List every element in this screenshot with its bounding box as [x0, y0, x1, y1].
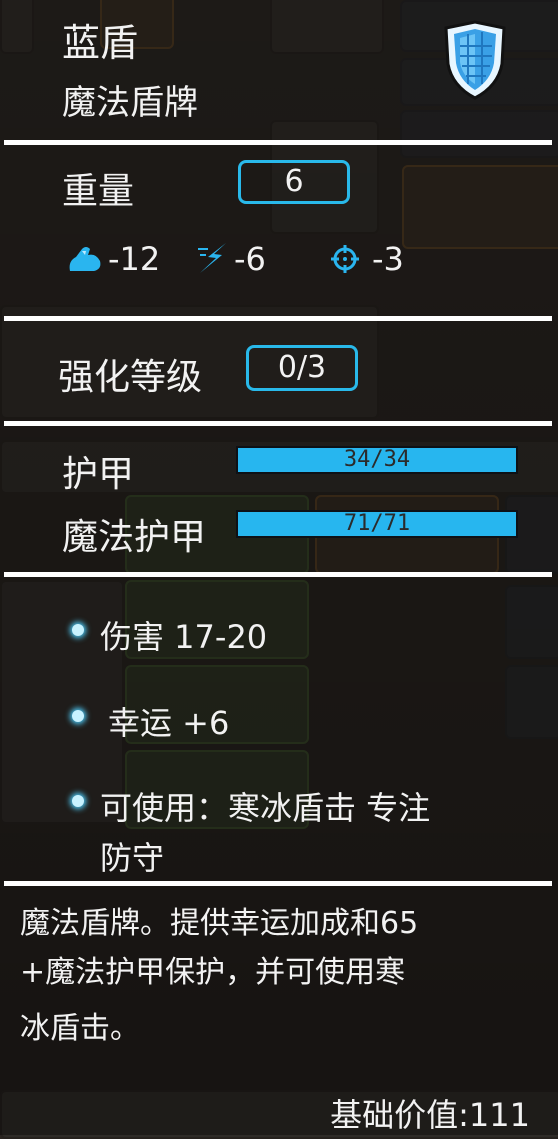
bullet-dot	[72, 710, 84, 722]
description-line-3: 冰盾击。	[20, 1011, 140, 1046]
divider	[4, 140, 552, 145]
base-value: 基础价值:111	[330, 1096, 530, 1134]
armor-value: 34/34	[343, 447, 411, 472]
crosshair-icon	[330, 244, 360, 274]
bullet-dot	[72, 795, 84, 807]
weight-value-box: 6	[238, 160, 350, 204]
lightning-runner-icon	[196, 241, 232, 275]
stat-damage: 伤害 17-20	[100, 618, 268, 656]
divider	[4, 881, 552, 886]
strength-penalty: -12	[108, 240, 161, 278]
description-line-2: +魔法护甲保护，并可使用寒	[20, 955, 406, 990]
armor-label: 护甲	[62, 454, 135, 495]
item-name: 蓝盾	[62, 21, 139, 65]
magic-armor-bar: 71/71	[236, 510, 518, 538]
stat-usable-skills: 可使用：寒冰盾击 专注	[100, 789, 431, 827]
divider	[4, 572, 552, 577]
upgrade-label: 强化等级	[58, 357, 203, 398]
magic-armor-value: 71/71	[343, 511, 411, 536]
bullet-dot	[72, 624, 84, 636]
description-line-1: 魔法盾牌。提供幸运加成和65	[20, 906, 419, 941]
accuracy-penalty: -3	[372, 240, 404, 278]
flexed-arm-icon	[66, 243, 104, 275]
upgrade-value: 0/3	[277, 350, 327, 385]
weight-value: 6	[284, 164, 304, 199]
stat-luck: 幸运 +6	[108, 704, 230, 742]
item-type: 魔法盾牌	[62, 83, 198, 123]
divider	[4, 316, 552, 321]
stat-usable-skills-cont: 防守	[100, 839, 165, 877]
magic-armor-label: 魔法护甲	[62, 517, 207, 558]
agility-penalty: -6	[234, 240, 266, 278]
upgrade-value-box: 0/3	[246, 345, 358, 391]
divider	[4, 421, 552, 426]
weight-label: 重量	[62, 171, 135, 212]
shield-icon	[440, 20, 510, 102]
armor-bar: 34/34	[236, 446, 518, 474]
